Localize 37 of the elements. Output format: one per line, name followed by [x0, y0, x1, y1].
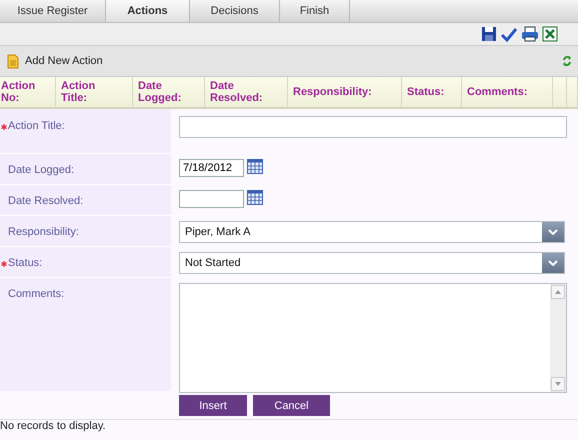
scroll-up-icon[interactable]	[551, 285, 565, 299]
date-field[interactable]	[179, 190, 244, 208]
refresh-icon[interactable]	[562, 55, 572, 67]
field-label: Comments:	[8, 288, 64, 300]
tab[interactable]: Finish	[280, 0, 350, 22]
tab[interactable]: Actions	[106, 0, 190, 22]
calendar-icon[interactable]	[247, 159, 263, 174]
spreadsheet-icon[interactable]	[542, 26, 558, 42]
text-field[interactable]	[179, 116, 567, 138]
field-label: Responsibility:	[8, 226, 79, 238]
print-icon[interactable]	[521, 26, 539, 42]
column-header: Status:	[402, 77, 462, 107]
empty-message: No records to display.	[0, 419, 578, 432]
save-icon[interactable]	[481, 26, 497, 42]
date-field[interactable]: 7/18/2012	[179, 159, 244, 177]
calendar-icon[interactable]	[247, 190, 263, 205]
field-label: Action Title:	[8, 120, 65, 132]
column-header: Comments:	[462, 77, 553, 107]
dropdown[interactable]: Piper, Mark A	[179, 221, 565, 243]
field-label: Date Logged:	[8, 164, 74, 176]
field-label: Status:	[8, 257, 42, 269]
column-header: Action No:	[0, 77, 56, 107]
field-label: Date Resolved:	[8, 195, 84, 207]
column-header: Date Logged:	[133, 77, 205, 107]
column-header: Date Resolved:	[205, 77, 288, 107]
form-button[interactable]: Cancel	[253, 395, 330, 416]
scroll-down-icon[interactable]	[551, 377, 565, 391]
dropdown[interactable]: Not Started	[179, 252, 565, 274]
column-header: Action Title:	[56, 77, 133, 107]
document-icon	[7, 54, 19, 68]
add-new-action-button[interactable]: Add New Action	[7, 54, 103, 68]
tab[interactable]: Decisions	[190, 0, 280, 22]
column-header: Responsibility:	[288, 77, 402, 107]
form-button[interactable]: Insert	[179, 395, 247, 416]
spellcheck-icon[interactable]	[500, 26, 518, 42]
chevron-down-icon	[548, 260, 558, 266]
chevron-down-icon	[548, 229, 558, 235]
